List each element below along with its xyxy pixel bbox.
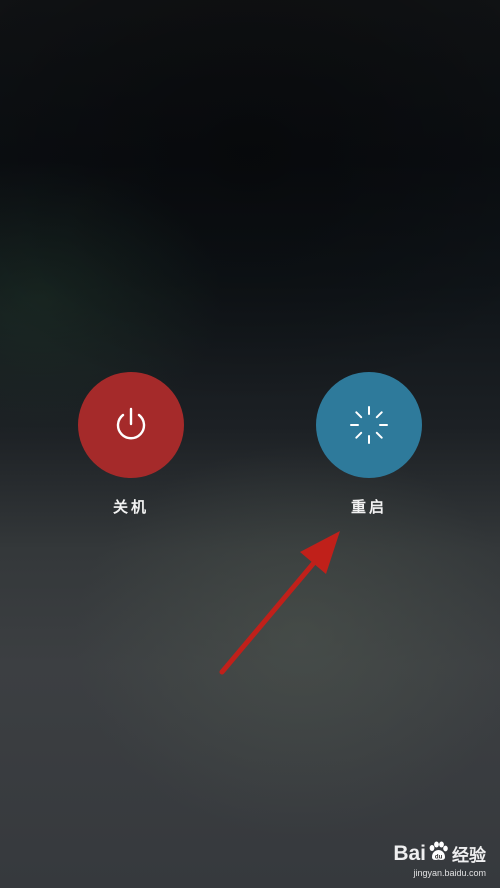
loading-spinner-icon xyxy=(347,403,391,447)
baidu-jingyan-watermark: Bai du 经验 jingyan.baidu.com xyxy=(366,840,486,878)
svg-text:du: du xyxy=(435,854,443,860)
watermark-url: jingyan.baidu.com xyxy=(413,868,486,878)
shutdown-label: 关机 xyxy=(112,498,149,516)
background-overlay xyxy=(0,0,500,888)
baidu-logo-text: Bai xyxy=(393,841,426,865)
restart-button[interactable] xyxy=(316,372,422,478)
restart-label: 重启 xyxy=(350,498,387,516)
shutdown-button[interactable] xyxy=(78,372,184,478)
paw-icon: du xyxy=(427,840,449,867)
jingyan-text: 经验 xyxy=(452,846,486,865)
power-menu-screen: 关机 重启 Bai du 经验 jingyan.baidu.com xyxy=(0,0,500,888)
power-icon xyxy=(110,404,152,446)
